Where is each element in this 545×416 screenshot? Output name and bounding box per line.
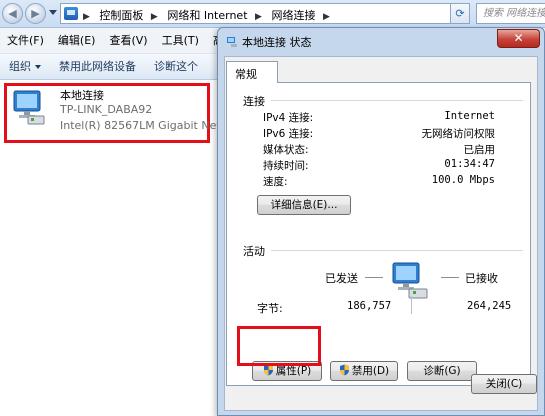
received-label: 已接收	[465, 272, 498, 285]
control-panel-icon	[64, 7, 78, 20]
bytes-label: 字节:	[257, 302, 283, 315]
diagnose-connection-button[interactable]: 诊断这个	[145, 54, 207, 80]
disable-button[interactable]: 禁用(D)	[330, 361, 398, 381]
refresh-icon[interactable]: ⟳	[450, 3, 470, 24]
network-adapter-icon	[13, 90, 45, 125]
highlight-box-properties	[237, 326, 321, 366]
diagnose-button[interactable]: 诊断(G)	[407, 361, 477, 381]
received-line	[441, 277, 459, 278]
breadcrumb: ▶ 控制面板 ▶ 网络和 Internet ▶ 网络连接 ▶	[83, 9, 330, 22]
speed-label: 速度:	[263, 176, 288, 188]
speed-value: 100.0 Mbps	[431, 174, 495, 186]
connection-name[interactable]: 本地连接	[60, 87, 104, 103]
tab-general[interactable]: 常规	[226, 61, 278, 83]
network-activity-icon	[392, 262, 428, 299]
details-button[interactable]: 详细信息(E)...	[257, 195, 351, 215]
connection-status-dialog: 本地连接 状态 ✕ 常规 连接 IPv4 连接: Internet IPv6 连…	[217, 27, 545, 416]
connection-adapter: Intel(R) 82567LM Gigabit Netw	[60, 119, 220, 132]
media-state-label: 媒体状态:	[263, 144, 309, 156]
chevron-down-icon	[35, 65, 41, 69]
recent-pages-chevron-icon[interactable]	[49, 10, 57, 15]
close-window-button[interactable]: ✕	[497, 29, 540, 48]
divider	[271, 250, 523, 251]
connection-network: TP-LINK_DABA92	[60, 103, 153, 116]
shield-icon	[339, 364, 349, 376]
address-box[interactable]: ▶ 控制面板 ▶ 网络和 Internet ▶ 网络连接 ▶ ▼	[60, 3, 508, 24]
menu-tools[interactable]: 工具(T)	[155, 28, 206, 54]
sent-line	[365, 277, 383, 278]
breadcrumb-item[interactable]: 控制面板	[99, 9, 143, 22]
bytes-sent-value: 186,757	[347, 300, 392, 312]
breadcrumb-item[interactable]: 网络连接	[271, 9, 315, 22]
forward-button[interactable]: ▶	[25, 3, 46, 24]
ipv4-label: IPv4 连接:	[263, 112, 314, 124]
bytes-divider	[411, 296, 412, 314]
sent-label: 已发送	[325, 272, 358, 285]
activity-section-header: 活动	[243, 245, 265, 258]
address-bar-area: ◀ ▶ ▶ 控制面板 ▶ 网络和 Internet ▶ 网络连接 ▶ ▼ ⟳ 搜…	[0, 0, 545, 28]
back-button[interactable]: ◀	[2, 3, 23, 24]
ipv4-value: Internet	[444, 110, 495, 122]
organize-button[interactable]: 组织	[0, 54, 50, 80]
duration-label: 持续时间:	[263, 160, 309, 172]
ipv6-label: IPv6 连接:	[263, 128, 314, 140]
dialog-title: 本地连接 状态	[226, 34, 312, 50]
network-icon	[227, 37, 237, 47]
breadcrumb-item[interactable]: 网络和 Internet	[167, 9, 247, 22]
media-state-value: 已启用	[463, 144, 496, 156]
close-button[interactable]: 关闭(C)	[471, 374, 537, 394]
search-input[interactable]: 搜索 网络连接	[476, 3, 545, 24]
disable-device-button[interactable]: 禁用此网络设备	[50, 54, 145, 80]
connection-section-header: 连接	[243, 95, 265, 108]
divider	[271, 100, 523, 101]
menu-file[interactable]: 文件(F)	[0, 28, 51, 54]
bytes-received-value: 264,245	[467, 300, 512, 312]
menu-view[interactable]: 查看(V)	[102, 28, 154, 54]
duration-value: 01:34:47	[444, 158, 495, 170]
ipv6-value: 无网络访问权限	[421, 128, 496, 140]
menu-edit[interactable]: 编辑(E)	[51, 28, 103, 54]
